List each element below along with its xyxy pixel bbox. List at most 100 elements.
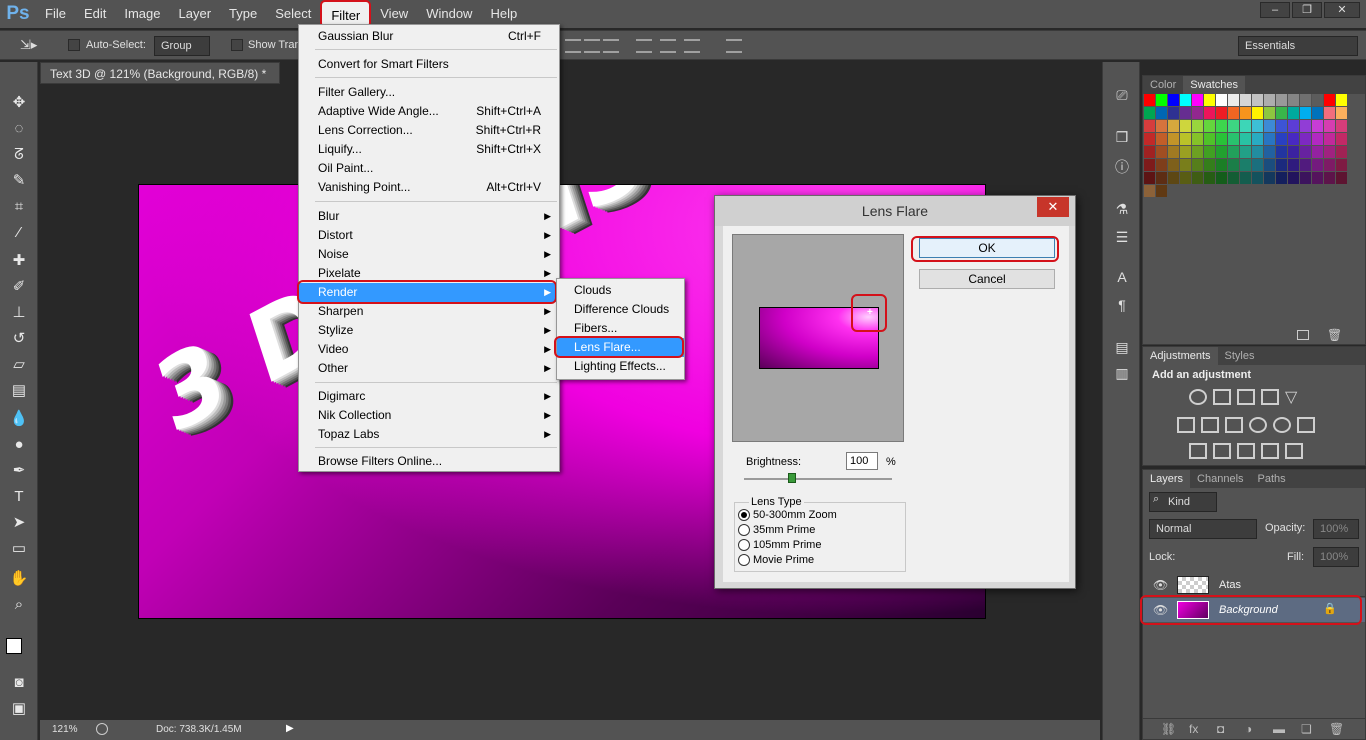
lasso-tool-icon[interactable]: ᘔ xyxy=(6,144,32,166)
swatch[interactable] xyxy=(1216,133,1227,145)
swatch[interactable] xyxy=(1312,120,1323,132)
character-icon[interactable]: A xyxy=(1113,268,1131,286)
zoom-level[interactable]: 121% xyxy=(52,724,78,735)
menu-image[interactable]: Image xyxy=(115,0,169,28)
swatch[interactable] xyxy=(1180,94,1191,106)
fx-icon[interactable]: fx xyxy=(1189,722,1198,736)
color-balance-adjust-icon[interactable] xyxy=(1201,417,1219,433)
auto-align-icon[interactable] xyxy=(726,39,742,53)
lens-radio-35[interactable] xyxy=(738,524,750,536)
swatch[interactable] xyxy=(1228,94,1239,106)
hue-sat-adjust-icon[interactable] xyxy=(1177,417,1195,433)
swatch[interactable] xyxy=(1156,133,1167,145)
align-left-icon[interactable] xyxy=(636,39,652,53)
clone-stamp-icon[interactable]: ⊥ xyxy=(6,302,32,324)
swatch[interactable] xyxy=(1168,94,1179,106)
eyedropper-tool-icon[interactable]: ⁄ xyxy=(6,222,32,244)
swatch[interactable] xyxy=(1336,159,1347,171)
blur-tool-icon[interactable]: 💧 xyxy=(6,408,32,430)
swatch[interactable] xyxy=(1204,159,1215,171)
swatch[interactable] xyxy=(1192,146,1203,158)
swatch[interactable] xyxy=(1300,146,1311,158)
swatch[interactable] xyxy=(1180,133,1191,145)
new-swatch-icon[interactable] xyxy=(1297,330,1309,340)
swatch[interactable] xyxy=(1264,94,1275,106)
swatch[interactable] xyxy=(1336,94,1347,106)
swatch[interactable] xyxy=(1156,120,1167,132)
swatch[interactable] xyxy=(1156,159,1167,171)
swatch[interactable] xyxy=(1264,172,1275,184)
submenu-difference-clouds[interactable]: Difference Clouds xyxy=(557,300,684,319)
info-icon[interactable]: ⓘ xyxy=(1113,158,1131,176)
swatch[interactable] xyxy=(1168,159,1179,171)
brightness-adjust-icon[interactable] xyxy=(1189,389,1207,405)
show-transform-checkbox[interactable] xyxy=(231,39,243,51)
swatch[interactable] xyxy=(1276,94,1287,106)
dodge-tool-icon[interactable]: ● xyxy=(6,434,32,456)
swatch[interactable] xyxy=(1276,172,1287,184)
swatch[interactable] xyxy=(1312,107,1323,119)
align-right-icon[interactable] xyxy=(684,39,700,53)
menu-lens-correction[interactable]: Lens Correction... Shift+Ctrl+R xyxy=(299,121,559,140)
menu-nik-collection[interactable]: Nik Collection ▶ xyxy=(299,406,559,425)
swatch[interactable] xyxy=(1264,120,1275,132)
swatch[interactable] xyxy=(1312,133,1323,145)
swatch[interactable] xyxy=(1204,172,1215,184)
swatch[interactable] xyxy=(1324,172,1335,184)
marquee-tool-icon[interactable]: ◌ xyxy=(6,118,32,140)
tab-layers[interactable]: Layers xyxy=(1143,470,1191,488)
swatch[interactable] xyxy=(1180,172,1191,184)
curves-adjust-icon[interactable] xyxy=(1237,389,1255,405)
visibility-eye-icon[interactable]: 👁 xyxy=(1153,603,1168,617)
3d-icon[interactable]: ❒ xyxy=(1113,128,1131,146)
swatch[interactable] xyxy=(1144,120,1155,132)
swatch[interactable] xyxy=(1168,133,1179,145)
menu-file[interactable]: File xyxy=(36,0,75,28)
delete-layer-icon[interactable]: 🗑 xyxy=(1329,722,1344,736)
swatch[interactable] xyxy=(1288,146,1299,158)
menu-blur[interactable]: Blur ▶ xyxy=(299,207,559,226)
flare-preview[interactable]: + xyxy=(732,234,904,442)
swatch[interactable] xyxy=(1180,107,1191,119)
menu-sharpen[interactable]: Sharpen ▶ xyxy=(299,302,559,321)
swatch[interactable] xyxy=(1276,146,1287,158)
menu-other[interactable]: Other ▶ xyxy=(299,359,559,378)
swatch[interactable] xyxy=(1156,107,1167,119)
swatch[interactable] xyxy=(1168,172,1179,184)
swatch[interactable] xyxy=(1288,172,1299,184)
swatch[interactable] xyxy=(1288,133,1299,145)
swatch[interactable] xyxy=(1252,133,1263,145)
swatch[interactable] xyxy=(1204,133,1215,145)
menu-render[interactable]: Render ▶ xyxy=(299,283,559,302)
menu-noise[interactable]: Noise ▶ xyxy=(299,245,559,264)
lens-radio-movie[interactable] xyxy=(738,554,750,566)
swatch[interactable] xyxy=(1240,94,1251,106)
swatch[interactable] xyxy=(1216,94,1227,106)
foreground-color-swatch[interactable] xyxy=(6,638,22,654)
menu-layer[interactable]: Layer xyxy=(170,0,221,28)
swatch[interactable] xyxy=(1336,107,1347,119)
menu-convert-smart-filters[interactable]: Convert for Smart Filters xyxy=(299,55,559,74)
threshold-adjust-icon[interactable] xyxy=(1237,443,1255,459)
menu-vanishing-point[interactable]: Vanishing Point... Alt+Ctrl+V xyxy=(299,178,559,197)
tab-channels[interactable]: Channels xyxy=(1190,470,1250,488)
swatch[interactable] xyxy=(1204,120,1215,132)
notes-icon[interactable]: ▤ xyxy=(1113,338,1131,356)
workspace-dropdown[interactable]: Essentials xyxy=(1238,36,1358,56)
healing-brush-icon[interactable]: ✚ xyxy=(6,250,32,272)
menu-stylize[interactable]: Stylize ▶ xyxy=(299,321,559,340)
swatch[interactable] xyxy=(1204,94,1215,106)
swatch[interactable] xyxy=(1324,94,1335,106)
swatch[interactable] xyxy=(1228,107,1239,119)
paragraph-icon[interactable]: ¶ xyxy=(1113,296,1131,314)
adjustment-layer-icon[interactable]: ◑ xyxy=(1245,722,1252,736)
rectangle-tool-icon[interactable]: ▭ xyxy=(6,538,32,560)
move-tool-icon[interactable]: ✥ xyxy=(6,92,32,114)
eraser-tool-icon[interactable]: ▱ xyxy=(6,354,32,376)
swatch[interactable] xyxy=(1312,159,1323,171)
new-layer-icon[interactable]: ❏ xyxy=(1301,722,1312,736)
menu-browse-filters-online[interactable]: Browse Filters Online... xyxy=(299,452,559,471)
menu-pixelate[interactable]: Pixelate ▶ xyxy=(299,264,559,283)
swatch[interactable] xyxy=(1300,159,1311,171)
swatch[interactable] xyxy=(1204,107,1215,119)
